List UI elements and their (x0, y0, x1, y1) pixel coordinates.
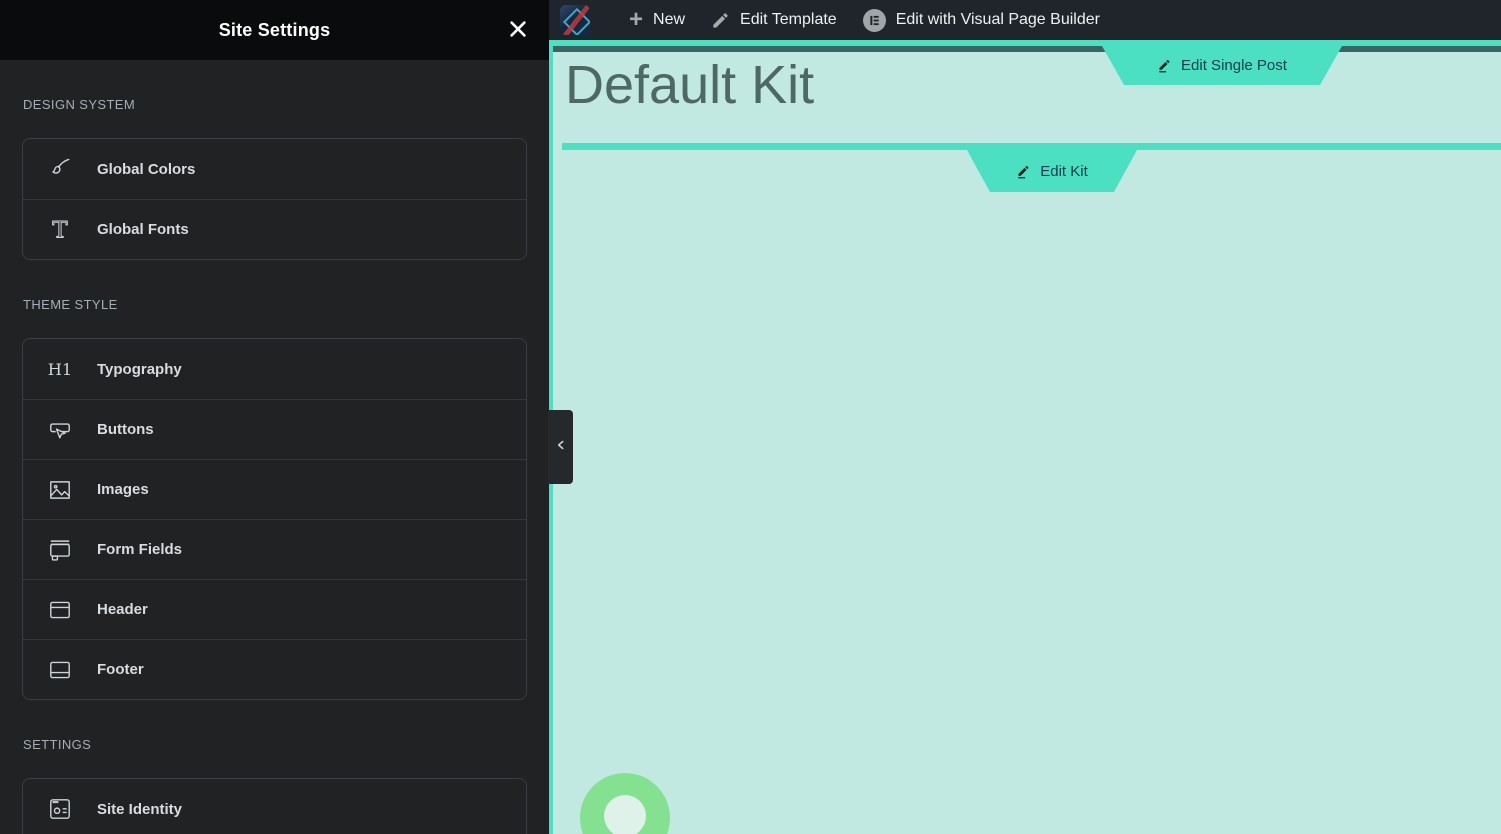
edit-single-post-button[interactable]: Edit Single Post (1102, 46, 1342, 85)
site-logo-icon[interactable] (560, 5, 590, 35)
kit-heading: Default Kit (565, 55, 815, 115)
panel-header: Site Settings (0, 0, 549, 60)
font-icon: T (47, 217, 73, 243)
admin-bar-new-menu[interactable]: + New (629, 6, 686, 33)
settings-item-form-fields[interactable]: Form Fields (23, 519, 526, 579)
settings-item-global-fonts[interactable]: T Global Fonts (23, 199, 526, 259)
settings-group: Site Identity (22, 778, 527, 834)
kit-boundary-line (562, 143, 1501, 150)
template-boundary-line (553, 46, 1501, 52)
visual-builder-label: Edit with Visual Page Builder (895, 11, 1100, 28)
section-label-settings: SETTINGS (23, 737, 92, 752)
settings-item-header[interactable]: Header (23, 579, 526, 639)
screen: Site Settings DESIGN SYSTEM Global Color… (0, 0, 1501, 834)
svg-text:T: T (52, 217, 67, 242)
settings-item-label: Images (97, 481, 149, 498)
page-preview-canvas: Edit Single Post Default Kit Edit Kit (549, 40, 1501, 834)
admin-bar-visual-builder-menu[interactable]: Edit with Visual Page Builder (862, 8, 1100, 32)
avatar-head (604, 795, 646, 834)
image-icon (47, 477, 73, 503)
design-system-group: Global Colors T Global Fonts (22, 138, 527, 260)
settings-item-images[interactable]: Images (23, 459, 526, 519)
elementor-icon (862, 8, 886, 32)
settings-item-site-identity[interactable]: Site Identity (23, 779, 526, 834)
settings-item-label: Global Fonts (97, 221, 189, 238)
section-label-design-system: DESIGN SYSTEM (23, 97, 136, 112)
preview-area: + New Edit Template Edit with Visual Pag… (548, 0, 1501, 834)
admin-bar-edit-template-menu[interactable]: Edit Template (711, 11, 837, 30)
edit-pencil-icon (1016, 164, 1031, 179)
plus-icon: + (629, 6, 644, 33)
settings-item-label: Typography (97, 360, 182, 378)
button-cursor-icon (47, 417, 73, 443)
settings-item-label: Footer (97, 661, 144, 678)
edit-kit-button[interactable]: Edit Kit (967, 150, 1137, 192)
panel-title: Site Settings (218, 19, 331, 40)
form-field-icon (47, 537, 73, 563)
footer-icon (47, 657, 73, 683)
settings-item-label: Header (97, 601, 148, 618)
settings-item-buttons[interactable]: Buttons (23, 399, 526, 459)
pencil-icon (711, 11, 730, 30)
admin-bar: + New Edit Template Edit with Visual Pag… (549, 0, 1501, 40)
section-label-theme-style: THEME STYLE (23, 297, 118, 312)
site-settings-panel: Site Settings DESIGN SYSTEM Global Color… (0, 0, 549, 834)
settings-item-footer[interactable]: Footer (23, 639, 526, 699)
chevron-left-icon (554, 438, 568, 457)
site-identity-icon (47, 796, 73, 822)
new-menu-label: New (653, 11, 686, 28)
avatar (580, 773, 670, 834)
panel-body: DESIGN SYSTEM Global Colors T Global Fon… (0, 98, 549, 834)
settings-item-label: Buttons (97, 421, 154, 438)
close-icon (507, 18, 529, 43)
settings-item-global-colors[interactable]: Global Colors (23, 139, 526, 199)
edit-pencil-icon (1157, 58, 1172, 73)
close-button[interactable] (505, 17, 531, 43)
typography-h1-icon: H1 (47, 356, 73, 382)
settings-item-label: Global Colors (97, 160, 196, 178)
brush-icon (47, 156, 73, 182)
settings-item-typography[interactable]: H1 Typography (23, 339, 526, 399)
edit-kit-label: Edit Kit (1040, 162, 1088, 180)
settings-item-label: Site Identity (97, 800, 183, 818)
header-icon (47, 597, 73, 623)
theme-style-group: H1 Typography Buttons Images Form Fields… (22, 338, 527, 700)
edit-template-label: Edit Template (740, 11, 837, 28)
svg-text:H1: H1 (48, 360, 73, 379)
edit-single-post-label: Edit Single Post (1181, 57, 1287, 74)
panel-collapse-handle[interactable] (548, 410, 573, 484)
settings-item-label: Form Fields (97, 541, 183, 558)
